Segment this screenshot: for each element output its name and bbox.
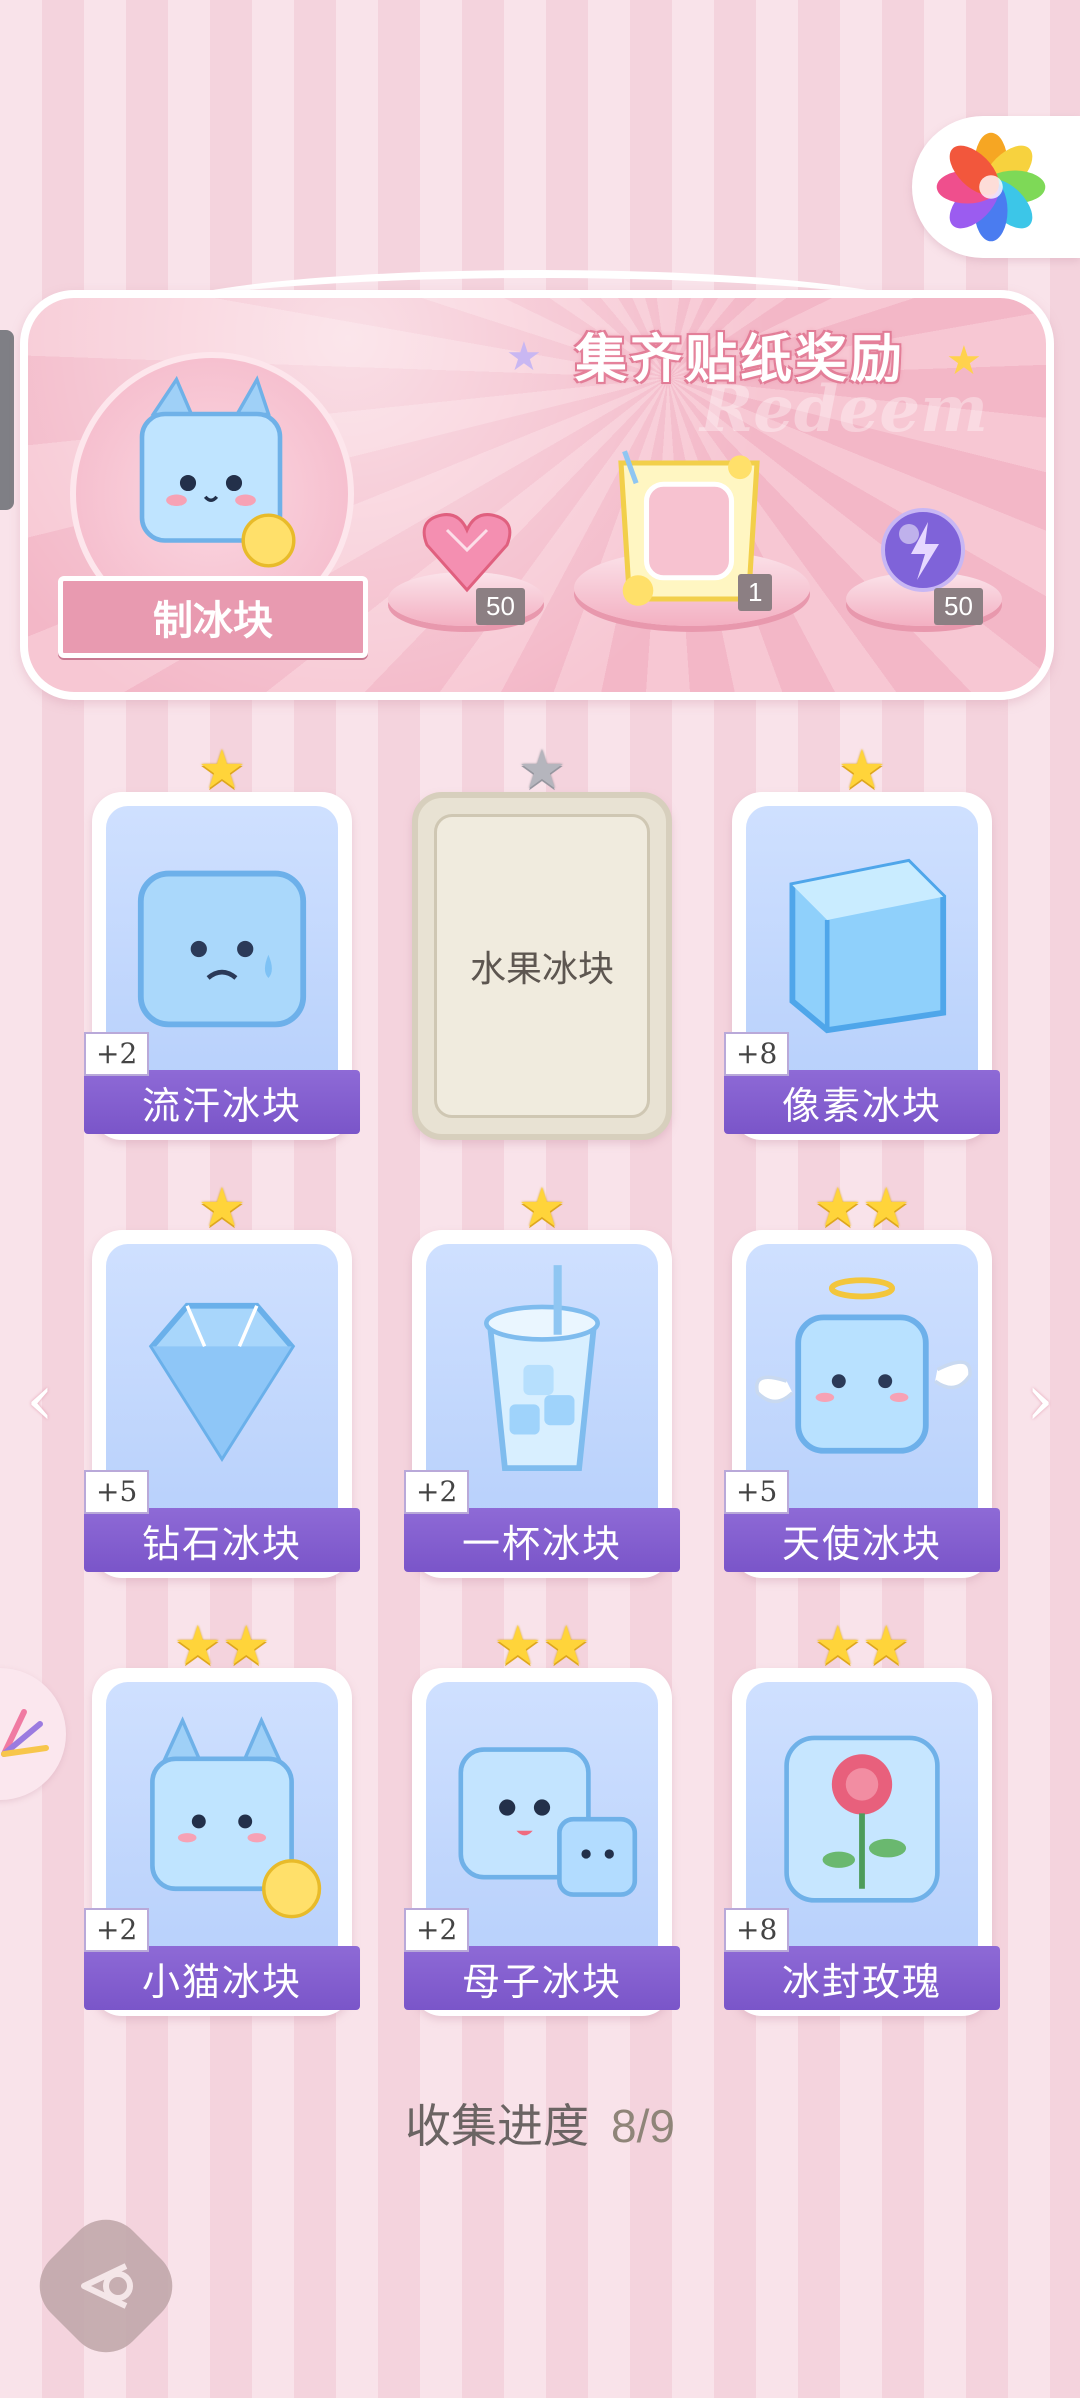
star-icon: ★: [197, 738, 247, 801]
bonus-badge: +5: [724, 1470, 790, 1514]
card-stars: ★ ★: [412, 1618, 672, 1674]
card-label: 小猫冰块: [84, 1946, 360, 2010]
reward-count: 50: [476, 588, 525, 625]
card-stars: ★ ★: [732, 1618, 992, 1674]
make-ice-label[interactable]: 制冰块: [58, 576, 368, 658]
lightning-orb-icon: [881, 508, 965, 592]
bonus-badge: +8: [724, 1908, 790, 1952]
purple-star-icon: ★: [506, 334, 542, 380]
collection-progress: 收集进度 8/9: [0, 2090, 1080, 2156]
photos-flower-icon: [936, 132, 1046, 242]
next-page-arrow[interactable]: ›: [1016, 1364, 1064, 1436]
card-label: 冰封玫瑰: [724, 1946, 1000, 2010]
reward-count: 1: [738, 574, 773, 611]
card-stars: ★: [92, 1180, 352, 1236]
star-icon: ★: [517, 738, 567, 801]
star-icon: ★: [837, 738, 887, 801]
sticker-card[interactable]: 小猫冰块 +2: [84, 1668, 360, 2016]
bonus-badge: +2: [404, 1908, 470, 1952]
back-arrow-icon: [81, 2263, 133, 2309]
bonus-badge: +2: [404, 1470, 470, 1514]
card-stars: ★: [412, 742, 672, 798]
star-icon: ★: [542, 1614, 591, 1677]
star-icon: ★: [862, 1614, 911, 1677]
sticker-card[interactable]: 冰封玫瑰 +8: [724, 1668, 1000, 2016]
prev-page-arrow[interactable]: ‹: [16, 1364, 64, 1436]
card-stars: ★: [732, 742, 992, 798]
card-label: 母子冰块: [404, 1946, 680, 2010]
card-stars: ★ ★: [92, 1618, 352, 1674]
progress-label: 收集进度: [405, 2100, 590, 2152]
bonus-badge: +5: [84, 1470, 150, 1514]
sticker-card[interactable]: 天使冰块 +5: [724, 1230, 1000, 1578]
sticker-card[interactable]: 像素冰块 +8: [724, 792, 1000, 1140]
fan-icon: [1, 1709, 49, 1757]
sticker-card[interactable]: 钻石冰块 +5: [84, 1230, 360, 1578]
sticker-card[interactable]: 水果冰块: [412, 792, 672, 1140]
card-stars: ★: [412, 1180, 672, 1236]
star-icon: ★: [197, 1176, 247, 1239]
sweating-ice-cube-icon: [137, 870, 307, 1028]
cat-ice-cube-icon: [150, 1716, 322, 1919]
pixel-ice-cube-icon: [789, 858, 947, 1034]
star-icon: ★: [813, 1614, 862, 1677]
card-label: 一杯冰块: [404, 1508, 680, 1572]
card-label: 钻石冰块: [84, 1508, 360, 1572]
star-icon: ★: [862, 1176, 911, 1239]
side-tab[interactable]: [0, 1668, 66, 1800]
cup-of-ice-icon: [484, 1265, 600, 1472]
bonus-badge: +8: [724, 1032, 790, 1076]
gallery-button[interactable]: [912, 116, 1080, 258]
sticker-card[interactable]: 一杯冰块 +2: [404, 1230, 680, 1578]
angel-ice-cube-icon: [755, 1277, 972, 1454]
pink-heart-gem-icon: [422, 513, 512, 593]
reward-count: 50: [934, 588, 983, 625]
locked-card-name: 水果冰块: [434, 814, 650, 1118]
sticker-card[interactable]: 流汗冰块 +2: [84, 792, 360, 1140]
card-stars: ★ ★: [732, 1180, 992, 1236]
mother-child-ice-icon: [458, 1747, 638, 1897]
bonus-badge: +2: [84, 1908, 150, 1952]
card-label: 天使冰块: [724, 1508, 1000, 1572]
card-stars: ★: [92, 742, 352, 798]
progress-value: 8/9: [611, 2100, 675, 2152]
star-icon: ★: [517, 1176, 567, 1239]
cat-ice-cube-icon: [139, 375, 296, 568]
card-label: 像素冰块: [724, 1070, 1000, 1134]
frozen-rose-icon: [784, 1735, 940, 1903]
bonus-badge: +2: [84, 1032, 150, 1076]
banner-title: 集齐贴纸奖励: [574, 328, 905, 390]
star-icon: ★: [173, 1614, 222, 1677]
star-icon: ★: [813, 1176, 862, 1239]
card-label: 流汗冰块: [84, 1070, 360, 1134]
sticker-card[interactable]: 母子冰块 +2: [404, 1668, 680, 2016]
diamond-ice-icon: [148, 1302, 296, 1462]
star-icon: ★: [222, 1614, 271, 1677]
star-icon: ★: [493, 1614, 542, 1677]
edge-handle[interactable]: [0, 330, 14, 510]
